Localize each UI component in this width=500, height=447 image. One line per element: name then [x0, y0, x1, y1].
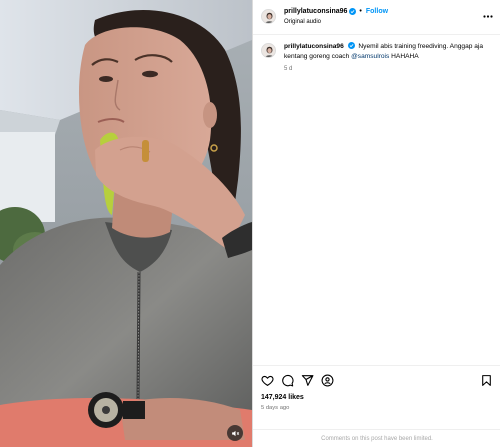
profile-photo	[262, 10, 275, 23]
caption-timestamp[interactable]: 5 d	[284, 66, 292, 72]
like-button[interactable]	[261, 374, 274, 387]
share-icon	[301, 375, 314, 386]
comment-button[interactable]	[281, 374, 294, 387]
post-header: prillylatuconsina96 • Follow Original au…	[253, 0, 500, 35]
username-link[interactable]: prillylatuconsina96	[284, 8, 347, 15]
mention-link[interactable]: @samsulrois	[351, 53, 389, 60]
verified-badge-icon	[349, 8, 357, 15]
caption-avatar[interactable]	[261, 43, 276, 58]
post-video[interactable]	[0, 0, 252, 447]
mute-button[interactable]	[227, 425, 243, 441]
caption-body-end: HAHAHA	[391, 53, 419, 60]
remix-icon	[321, 374, 334, 387]
likes-count[interactable]: 147,924 likes	[261, 394, 304, 401]
caption-text: prillylatuconsina96 Nyemil abis training…	[284, 42, 494, 62]
video-frame-image	[0, 0, 252, 447]
share-button[interactable]	[301, 374, 314, 387]
speaker-muted-icon	[231, 430, 239, 436]
follow-button[interactable]: Follow	[366, 8, 388, 15]
separator-dot: •	[359, 8, 362, 15]
bookmark-icon	[482, 375, 491, 386]
caption-username-link[interactable]: prillylatuconsina96	[284, 43, 344, 50]
more-dots-icon	[483, 14, 493, 18]
remix-button[interactable]	[321, 374, 334, 387]
more-options-button[interactable]	[481, 11, 495, 21]
heart-icon	[261, 375, 274, 387]
action-bar: 147,924 likes 5 days ago Comments on thi…	[253, 365, 500, 447]
original-audio-link[interactable]: Original audio	[284, 19, 321, 25]
caption-section: prillylatuconsina96 Nyemil abis training…	[253, 35, 500, 365]
post-date[interactable]: 5 days ago	[261, 405, 289, 411]
save-button[interactable]	[480, 374, 493, 387]
profile-photo	[262, 44, 275, 57]
avatar[interactable]	[261, 9, 276, 24]
post-details-pane: prillylatuconsina96 • Follow Original au…	[252, 0, 500, 447]
comment-icon	[282, 374, 294, 387]
comments-limited-notice: Comments on this post have been limited.	[253, 429, 500, 447]
verified-badge-icon	[347, 42, 355, 49]
